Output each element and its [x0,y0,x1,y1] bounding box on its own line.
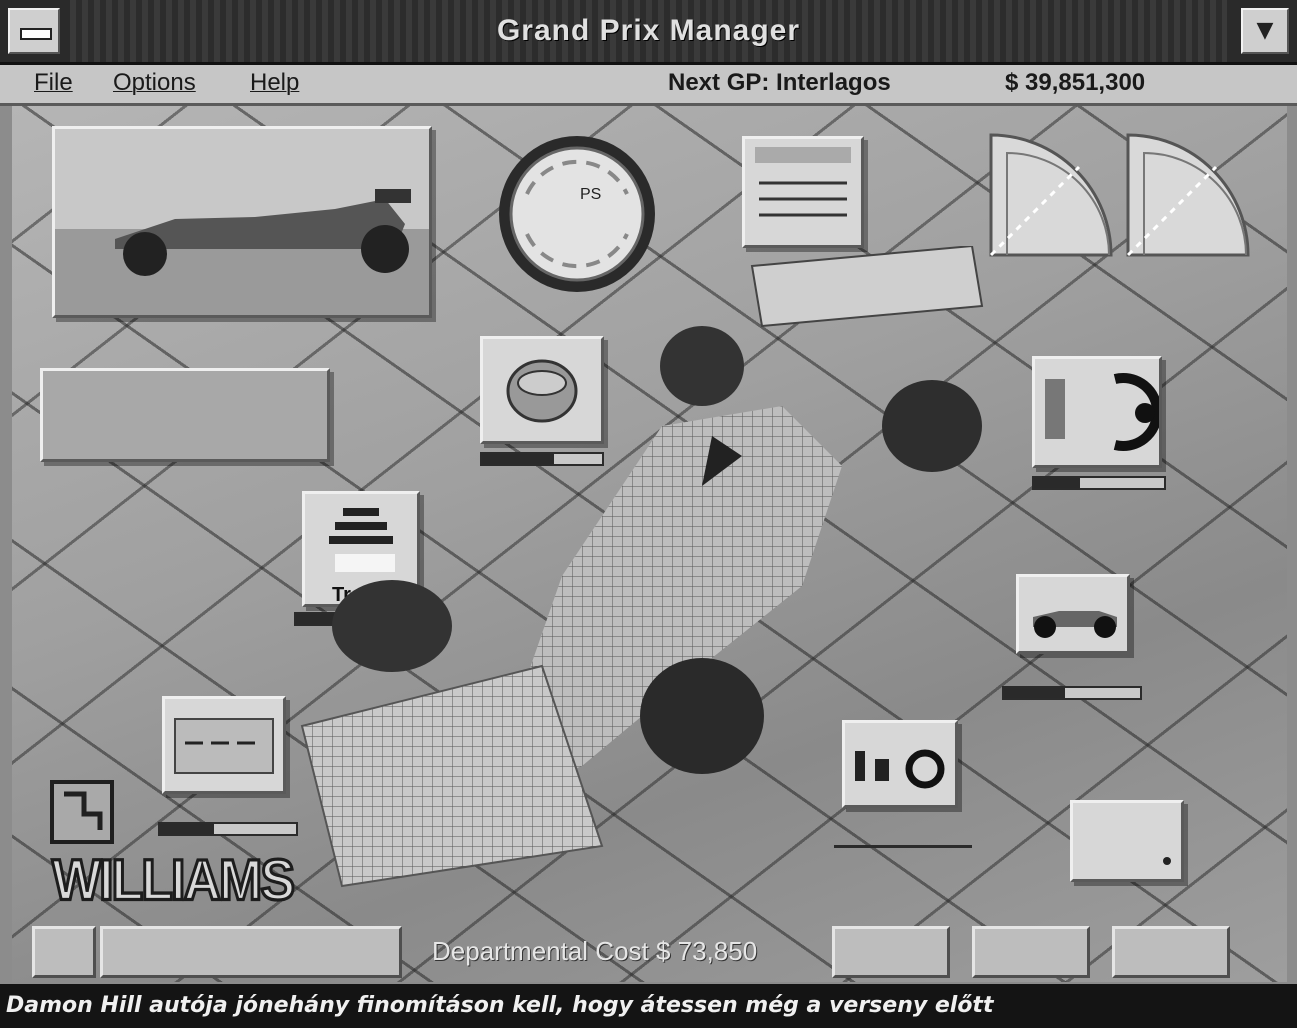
bottom-button-5[interactable] [1112,926,1230,978]
bottom-button-1[interactable] [32,926,96,978]
gearbox-meter [158,822,298,836]
gearbox-panel[interactable] [162,696,286,794]
wing-meter [1032,476,1166,490]
menu-help[interactable]: Help [250,69,299,97]
engine-panel[interactable] [1032,356,1163,468]
gauge-label: PS [580,186,602,203]
bottom-button-2[interactable] [100,926,402,978]
system-menu-icon [20,28,52,40]
departmental-cost: Departmental Cost $ 73,850 [432,936,758,966]
gearbox-icon [174,718,274,774]
minimize-button[interactable]: ▼ [1241,8,1289,54]
telemetry-panel[interactable] [1070,800,1184,882]
minimize-icon: ▼ [1256,18,1274,43]
team-name: WILLIAMS [50,847,296,914]
menu-bar: File Options Help Next GP: Interlagos $ … [0,65,1297,106]
title-bar: Grand Prix Manager ▼ [0,0,1297,65]
williams-logo-icon [50,780,114,844]
menu-file[interactable]: File [34,69,73,97]
car-side-meter [1002,686,1142,700]
car-side-icon [1033,611,1117,638]
next-gp-label: Next GP: Interlagos [668,69,891,96]
system-menu-button[interactable] [8,8,60,54]
menu-options[interactable]: Options [113,69,196,97]
bottom-button-4[interactable] [972,926,1090,978]
car-panel[interactable] [1016,574,1130,654]
telemetry-icon [1163,857,1171,865]
bottom-button-3[interactable] [832,926,950,978]
setup-sheet-panel[interactable] [742,136,864,248]
garage-scene: PS WILLIAMS Departmental Cost $ 73,850 [12,106,1287,982]
window-title: Grand Prix Manager [70,0,1227,62]
money-balance: $ 39,851,300 [1005,69,1146,96]
wing-angle-gauge-rear-icon[interactable] [1124,131,1254,259]
wing-angle-gauge-icon[interactable] [987,131,1117,259]
clipboard-icon [755,147,851,217]
race-car-wireframe [300,246,984,888]
engine-icon [1045,373,1163,451]
status-message: Damon Hill autója jónehány finomításon k… [0,984,1297,1028]
